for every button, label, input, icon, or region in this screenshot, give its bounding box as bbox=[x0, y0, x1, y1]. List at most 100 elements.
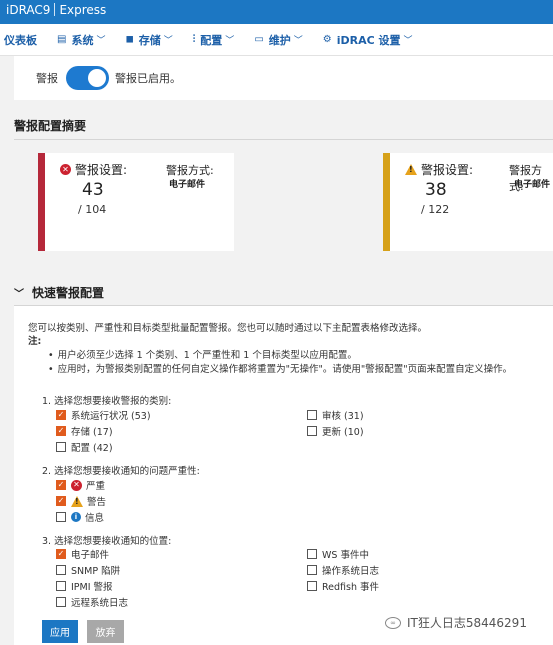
checkbox-label: 更新 (10) bbox=[322, 427, 364, 438]
chevron-down-icon: ﹀ bbox=[14, 289, 24, 300]
target-checkbox-ws-eventing[interactable]: WS 事件中 bbox=[307, 547, 369, 561]
card-title: 警报设置: bbox=[405, 161, 473, 178]
checkbox[interactable] bbox=[56, 512, 66, 522]
title-bar: iDRAC9 Express bbox=[0, 0, 553, 24]
watermark-text: IT狂人日志58446291 bbox=[407, 616, 527, 630]
severity-checkbox-critical[interactable]: ✕ 严重 bbox=[56, 478, 105, 492]
card-total: / 122 bbox=[421, 203, 450, 216]
checkbox[interactable] bbox=[307, 549, 317, 559]
alert-toggle-switch[interactable] bbox=[66, 66, 109, 90]
card-method-value: 电子邮件 bbox=[169, 180, 206, 190]
category-checkbox-storage[interactable]: 存储 (17) bbox=[56, 424, 113, 438]
intro-text: 您可以按类别、严重性和目标类型批量配置警报。您也可以随时通过以下主配置表格修改选… bbox=[28, 323, 428, 334]
error-icon: ✕ bbox=[71, 479, 82, 491]
card-method-value: 电子邮件 bbox=[514, 180, 551, 190]
nav-configuration-label: 配置 bbox=[200, 33, 223, 47]
category-checkbox-audit[interactable]: 审核 (31) bbox=[307, 408, 364, 422]
edition-name: Express bbox=[59, 3, 107, 17]
card-accent-bar bbox=[383, 153, 390, 251]
checkbox[interactable] bbox=[56, 410, 66, 420]
nav-idrac-settings[interactable]: ⚙ iDRAC 设置 ﹀ bbox=[323, 32, 413, 48]
toggle-knob bbox=[88, 69, 106, 87]
card-title-text: 警报设置: bbox=[75, 163, 128, 177]
category-checkbox-configuration[interactable]: 配置 (42) bbox=[56, 440, 113, 454]
storage-icon: ◼ bbox=[125, 34, 134, 45]
wechat-icon: ∞ bbox=[385, 616, 401, 629]
checkbox-label: 操作系统日志 bbox=[322, 566, 380, 577]
alert-toggle-row: 警报 警报已启用。 bbox=[14, 56, 553, 100]
nav-idrac-settings-label: iDRAC 设置 bbox=[336, 33, 401, 47]
checkbox[interactable] bbox=[307, 410, 317, 420]
system-icon: ▤ bbox=[57, 34, 67, 45]
nav-configuration[interactable]: ⫶ 配置 ﹀ bbox=[193, 32, 235, 48]
checkbox-label: 存储 (17) bbox=[71, 427, 113, 438]
chevron-down-icon: ﹀ bbox=[403, 36, 413, 46]
watermark: ∞ IT狂人日志58446291 bbox=[385, 614, 527, 631]
nav-system[interactable]: ▤ 系统 ﹀ bbox=[57, 32, 105, 48]
title-separator bbox=[54, 3, 56, 16]
target-checkbox-ipmi[interactable]: IPMI 警报 bbox=[56, 579, 113, 593]
nav-dashboard-label: 仪表板 bbox=[4, 33, 37, 47]
nav-storage[interactable]: ◼ 存储 ﹀ bbox=[125, 32, 172, 48]
category-checkbox-updates[interactable]: 更新 (10) bbox=[307, 424, 364, 438]
warning-icon bbox=[71, 495, 83, 507]
step2-label: 2. 选择您想要接收通知的问题严重性: bbox=[42, 466, 200, 477]
checkbox-label: 电子邮件 bbox=[71, 550, 110, 561]
severity-checkbox-info[interactable]: i 信息 bbox=[56, 510, 104, 524]
category-checkbox-system-health[interactable]: 系统运行状况 (53) bbox=[56, 408, 151, 422]
divider bbox=[14, 139, 553, 140]
error-icon: ✕ bbox=[60, 164, 71, 175]
checkbox[interactable] bbox=[56, 426, 66, 436]
chevron-down-icon: ﹀ bbox=[163, 36, 173, 46]
checkbox-label: Redfish 事件 bbox=[322, 582, 380, 593]
main-nav: 仪表板 ▤ 系统 ﹀ ◼ 存储 ﹀ ⫶ 配置 ﹀ ▭ 维护 ﹀ ⚙ iDRAC 设置 ﹀ bbox=[0, 24, 553, 56]
critical-alert-card: ✕ 警报设置: 43 / 104 警报方式: 电子邮件 bbox=[38, 153, 234, 251]
note-label: 注: bbox=[28, 336, 42, 347]
checkbox[interactable] bbox=[56, 496, 66, 506]
nav-maintenance[interactable]: ▭ 维护 ﹀ bbox=[254, 32, 302, 48]
checkbox[interactable] bbox=[56, 581, 66, 591]
severity-checkbox-warning[interactable]: 警告 bbox=[56, 494, 106, 508]
checkbox[interactable] bbox=[56, 549, 66, 559]
note-item: 应用时，为警报类别配置的任何自定义操作都将重置为"无操作"。请使用"警报配置"页… bbox=[48, 361, 512, 375]
target-checkbox-os-log[interactable]: 操作系统日志 bbox=[307, 563, 379, 577]
checkbox[interactable] bbox=[56, 565, 66, 575]
checkbox-label: 警告 bbox=[87, 497, 107, 508]
configuration-icon: ⫶ bbox=[192, 34, 196, 45]
checkbox-label: 审核 (31) bbox=[322, 411, 364, 422]
warning-icon bbox=[405, 164, 417, 175]
chevron-down-icon: ﹀ bbox=[225, 36, 235, 46]
nav-storage-label: 存储 bbox=[138, 33, 161, 47]
checkbox-label: IPMI 警报 bbox=[71, 582, 113, 593]
nav-system-label: 系统 bbox=[71, 33, 94, 47]
info-icon: i bbox=[71, 512, 81, 522]
checkbox[interactable] bbox=[307, 565, 317, 575]
product-name: iDRAC9 bbox=[6, 3, 51, 17]
warning-alert-card: 警报设置: 38 / 122 警报方式: 电子邮件 bbox=[383, 153, 553, 251]
alert-label: 警报 bbox=[36, 72, 58, 85]
target-checkbox-snmp[interactable]: SNMP 陷阱 bbox=[56, 563, 120, 577]
target-checkbox-email[interactable]: 电子邮件 bbox=[56, 547, 109, 561]
card-count: 43 bbox=[82, 180, 104, 200]
checkbox-label: SNMP 陷阱 bbox=[71, 566, 121, 577]
nav-dashboard[interactable]: 仪表板 bbox=[4, 32, 37, 48]
discard-button[interactable]: 放弃 bbox=[87, 620, 124, 643]
card-total: / 104 bbox=[78, 203, 107, 216]
target-checkbox-remote-syslog[interactable]: 远程系统日志 bbox=[56, 595, 128, 609]
apply-button[interactable]: 应用 bbox=[42, 620, 78, 643]
gear-icon: ⚙ bbox=[322, 34, 332, 45]
summary-heading: 警报配置摘要 bbox=[14, 119, 87, 133]
maintenance-icon: ▭ bbox=[254, 34, 264, 45]
checkbox-label: WS 事件中 bbox=[322, 550, 369, 561]
nav-maintenance-label: 维护 bbox=[268, 33, 291, 47]
checkbox[interactable] bbox=[56, 442, 66, 452]
step3-label: 3. 选择您想要接收通知的位置: bbox=[42, 536, 172, 547]
quick-config-header[interactable]: ﹀ 快速警报配置 bbox=[14, 284, 104, 301]
target-checkbox-redfish[interactable]: Redfish 事件 bbox=[307, 579, 379, 593]
alert-status-text: 警报已启用。 bbox=[115, 72, 181, 85]
card-count: 38 bbox=[425, 180, 447, 200]
checkbox[interactable] bbox=[307, 581, 317, 591]
checkbox[interactable] bbox=[307, 426, 317, 436]
checkbox[interactable] bbox=[56, 480, 66, 490]
checkbox[interactable] bbox=[56, 597, 66, 607]
